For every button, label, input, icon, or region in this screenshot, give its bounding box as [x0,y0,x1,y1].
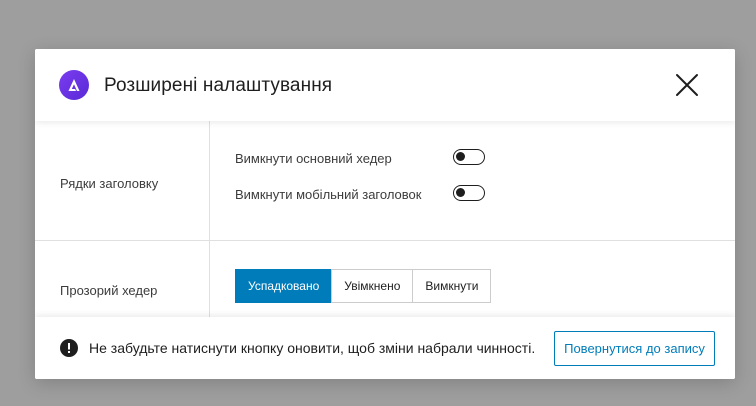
update-notice-text: Не забудьте натиснути кнопку оновити, що… [89,340,536,356]
option-disabled-button[interactable]: Вимкнути [412,269,492,303]
dialog-title: Розширені налаштування [104,75,333,96]
disable-primary-header-toggle[interactable] [453,149,485,165]
dialog-header: Розширені налаштування [35,49,735,121]
transparent-header-label: Прозорий хедер [60,283,158,298]
column-divider [209,121,210,240]
settings-dialog: Розширені налаштування Рядки заголовку В… [35,49,735,379]
header-rows-label: Рядки заголовку [60,176,159,191]
column-divider [209,241,210,317]
toggle-knob [456,152,465,161]
disable-mobile-header-toggle[interactable] [453,185,485,201]
toggle-knob [456,188,465,197]
option-inherit-button[interactable]: Успадковано [235,269,333,303]
disable-mobile-header-label: Вимкнути мобільний заголовок [235,187,422,202]
astra-logo-icon [59,70,89,100]
back-to-post-button[interactable]: Повернутися до запису [554,331,715,366]
header-rows-section: Рядки заголовку Вимкнути основний хедер … [35,121,735,241]
transparent-header-segmented-control: Успадковано Увімкнено Вимкнути [235,269,492,303]
dialog-body: Рядки заголовку Вимкнути основний хедер … [35,121,735,317]
option-enabled-button[interactable]: Увімкнено [331,269,414,303]
exclamation-circle-icon [60,339,78,357]
disable-primary-header-label: Вимкнути основний хедер [235,151,392,166]
close-icon[interactable] [675,73,699,97]
dialog-footer: Не забудьте натиснути кнопку оновити, що… [35,317,735,379]
